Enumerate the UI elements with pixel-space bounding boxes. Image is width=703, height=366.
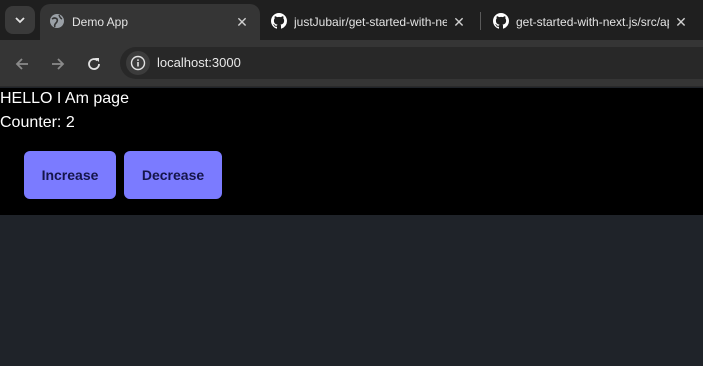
site-info-button[interactable] [126,51,150,75]
page-content: HELLO I Am page Counter: 2 Increase Decr… [0,88,703,215]
close-icon[interactable]: ✕ [673,14,689,30]
info-icon [130,55,146,71]
tab-title: get-started-with-next.js/src/app [516,15,669,29]
tab-demo-app[interactable]: Demo App ✕ [40,4,260,40]
forward-button[interactable] [46,52,70,76]
page-heading: HELLO I Am page [0,90,129,107]
tab-strip: Demo App ✕ justJubair/get-started-with-n… [0,0,703,40]
github-icon [493,13,509,29]
back-arrow-icon [15,58,28,70]
back-button[interactable] [10,52,34,76]
tab-github-repo[interactable]: justJubair/get-started-with-next.js ✕ [262,4,477,40]
github-icon [271,13,287,29]
reload-button[interactable] [82,52,106,76]
url-text: localhost:3000 [157,55,241,70]
globe-icon [50,14,64,28]
reload-icon [88,58,100,70]
increase-button[interactable]: Increase [24,151,116,199]
address-bar[interactable]: localhost:3000 [120,47,703,79]
tab-separator [480,12,481,30]
browser-toolbar: localhost:3000 [0,40,703,87]
tab-title: Demo App [72,15,129,29]
tab-search-button[interactable] [5,6,35,34]
decrease-button[interactable]: Decrease [124,151,222,199]
counter-text: Counter: 2 [0,114,75,131]
tab-github-src[interactable]: get-started-with-next.js/src/app ✕ [484,4,699,40]
tab-title: justJubair/get-started-with-next.js [294,15,447,29]
forward-arrow-icon [52,58,65,70]
close-icon[interactable]: ✕ [451,14,467,30]
close-icon[interactable]: ✕ [234,14,250,30]
chevron-down-icon [15,17,25,24]
